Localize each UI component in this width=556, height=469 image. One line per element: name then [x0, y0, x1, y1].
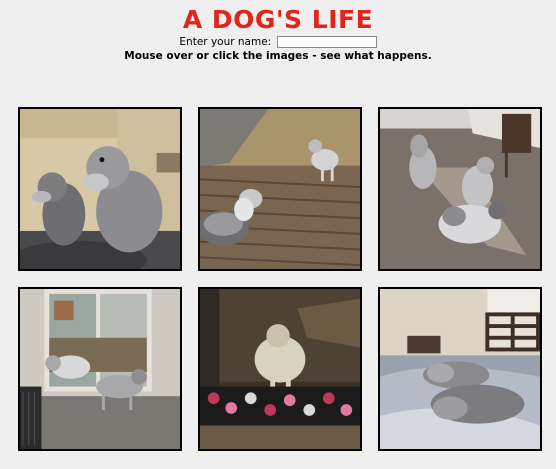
dog-photo-5[interactable] [198, 287, 362, 451]
page-title: A DOG'S LIFE [182, 5, 374, 34]
dog-photo-6[interactable] [378, 287, 542, 451]
dog-photo-1[interactable] [18, 107, 182, 271]
name-label: Enter your name: [179, 36, 272, 48]
name-row: Enter your name: [0, 35, 556, 49]
dog-photo-3[interactable] [378, 107, 542, 271]
dog-photo-4[interactable] [18, 287, 182, 451]
instructions-text: Mouse over or click the images - see wha… [124, 50, 432, 62]
name-input[interactable] [276, 36, 377, 48]
dog-photo-2[interactable] [198, 107, 362, 271]
